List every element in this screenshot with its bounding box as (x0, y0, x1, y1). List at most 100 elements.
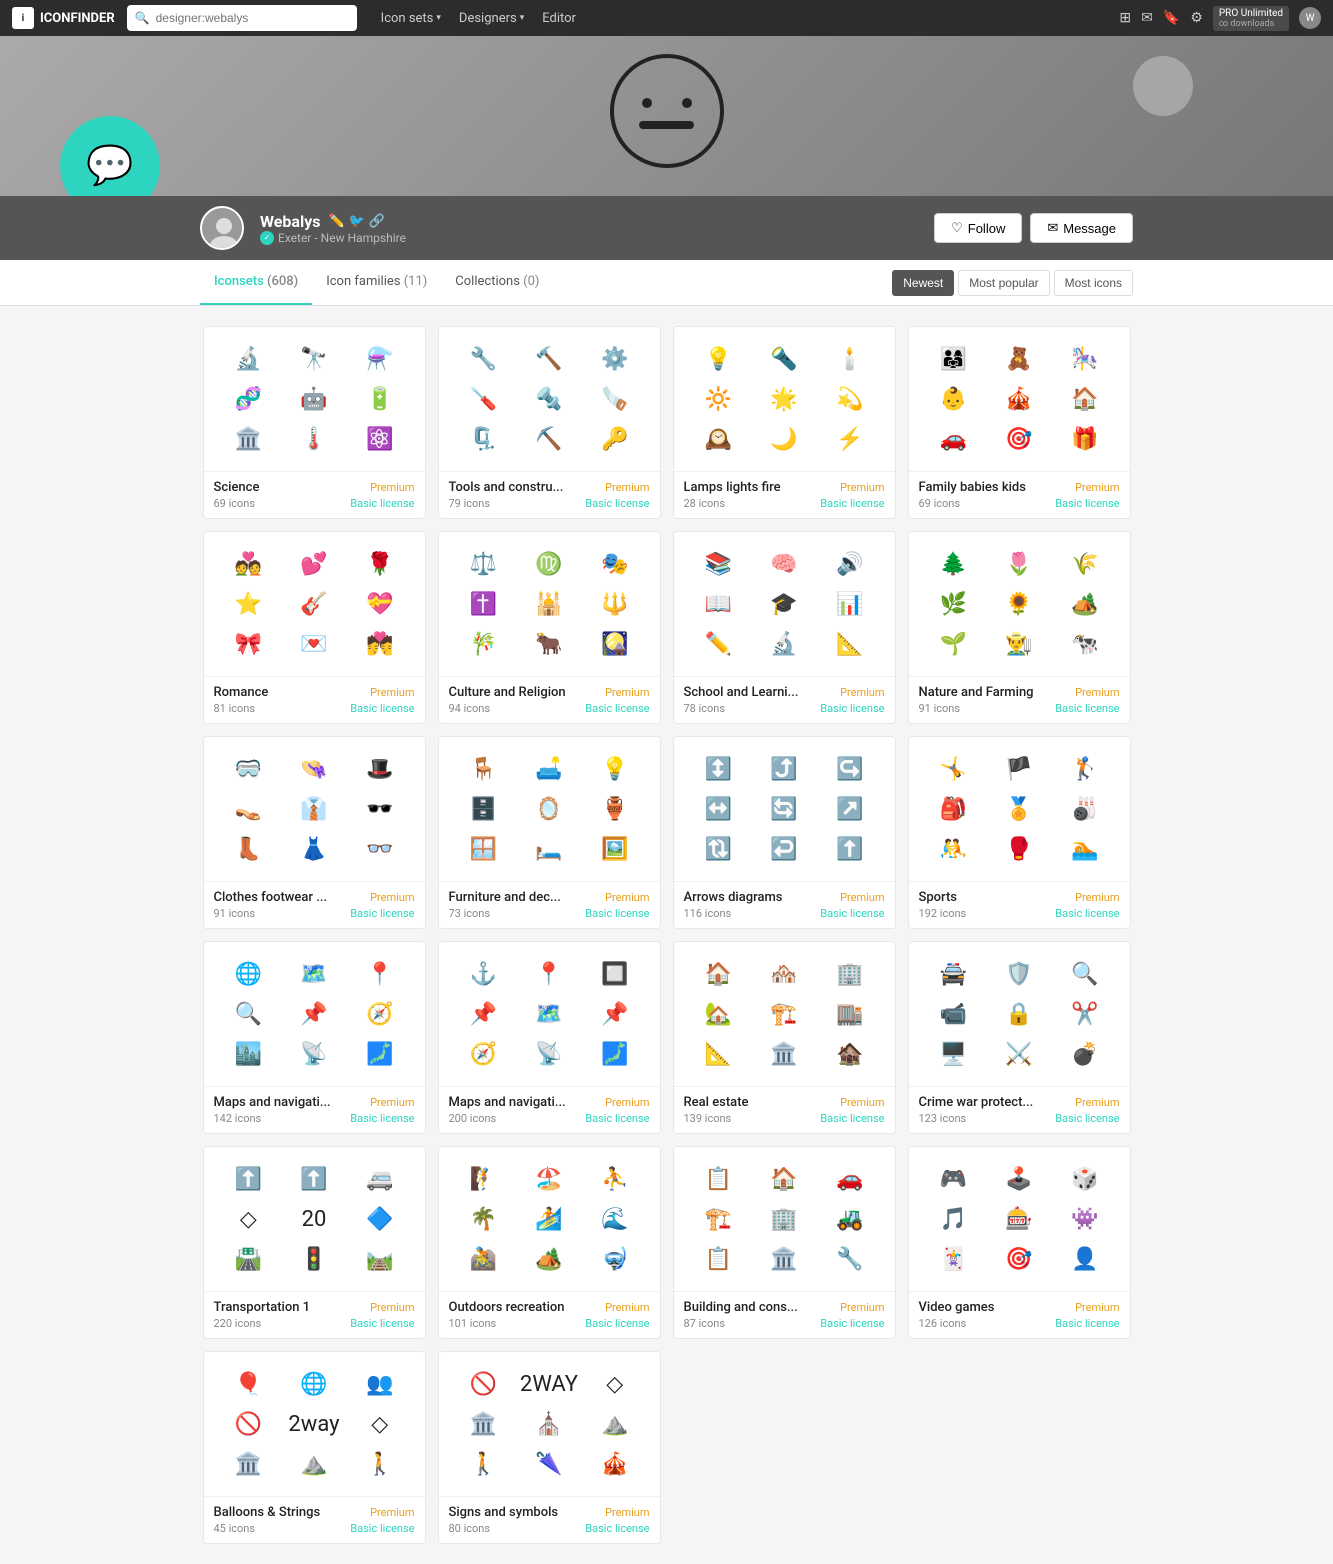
search-input[interactable] (156, 11, 349, 25)
icon-preview-item: 🗾 (364, 1038, 396, 1070)
icon-card[interactable]: 📋🏠🚗🏗️🏢🚜📋🏛️🔧 Building and cons... Premium… (673, 1146, 896, 1339)
icon-preview: 🧗🏖️⛹️🌴🏄🌊🚵🏕️🤿 (439, 1147, 660, 1291)
icon-preview-item: 🌹 (364, 548, 396, 580)
icon-card[interactable]: 🤸🏴🏌️🎒🏅🎳🤼🥊🏊 Sports Premium 192 icons Basi… (908, 736, 1131, 929)
icon-preview-item: 🌲 (937, 548, 969, 580)
card-license: Basic license (1055, 497, 1119, 510)
icon-preview-item: 🔲 (599, 958, 631, 990)
tab-collections[interactable]: Collections (0) (441, 260, 553, 305)
card-badge: Premium (840, 481, 884, 494)
nav-editor[interactable]: Editor (534, 7, 584, 30)
nav-right: ⊞ ✉ 🔖 ⚙ PRO Unlimited ∞ downloads W (1119, 6, 1321, 31)
icon-preview-item: 💡 (702, 343, 734, 375)
icon-preview-item: 🗺️ (298, 958, 330, 990)
icon-card[interactable]: 🚔🛡️🔍📹🔒✂️🖥️⚔️💣 Crime war protect... Premi… (908, 941, 1131, 1134)
icon-card-footer: Balloons & Strings Premium 45 icons Basi… (204, 1496, 425, 1543)
icon-preview-item: 🏠 (702, 958, 734, 990)
icon-preview-item: 📡 (533, 1038, 565, 1070)
settings-icon[interactable]: ⚙ (1190, 10, 1203, 26)
icon-card[interactable]: ↕️⤴️↪️↔️🔄↗️🔃↩️⬆️ Arrows diagrams Premium… (673, 736, 896, 929)
icon-card[interactable]: 💡🔦🕯️🔆🌟💫🕰️🌙⚡ Lamps lights fire Premium 28… (673, 326, 896, 519)
tab-icon-families[interactable]: Icon families (11) (312, 260, 441, 305)
icon-card[interactable]: ⬆️⬆️🚐◇20🔷🛣️🚦🛤️ Transportation 1 Premium … (203, 1146, 426, 1339)
icon-card[interactable]: 🥽👒🎩👡👔🕶️👢👗👓 Clothes footwear ... Premium … (203, 736, 426, 929)
twitter-icon[interactable]: 🐦 (349, 214, 365, 229)
card-license: Basic license (585, 1522, 649, 1535)
icon-preview-item: ⚗️ (364, 343, 396, 375)
icon-card[interactable]: 🪑🛋️💡🗄️🪞🏺🪟🛏️🖼️ Furniture and dec... Premi… (438, 736, 661, 929)
icon-card-footer: Maps and navigati... Premium 142 icons B… (204, 1086, 425, 1133)
icon-preview-item: 👒 (298, 753, 330, 785)
sort-most-icons[interactable]: Most icons (1054, 270, 1133, 296)
icon-preview-item: ⚙️ (599, 343, 631, 375)
icon-card[interactable]: 🎮🕹️🎲🎵🎰👾🃏🎯👤 Video games Premium 126 icons… (908, 1146, 1131, 1339)
icon-preview-item: 🧸 (1003, 343, 1035, 375)
tab-iconsets[interactable]: Iconsets (608) (200, 260, 312, 305)
follow-button[interactable]: ♡ Follow (934, 213, 1022, 243)
icon-preview-item: 🧠 (768, 548, 800, 580)
profile-info-bar: Webalys ✏️ 🐦 🔗 ✓ Exeter - New Hampshire … (0, 196, 1333, 260)
icon-card[interactable]: 🧗🏖️⛹️🌴🏄🌊🚵🏕️🤿 Outdoors recreation Premium… (438, 1146, 661, 1339)
edit-icon[interactable]: ✏️ (328, 214, 344, 229)
icon-card[interactable]: 💑💕🌹⭐🎸💝🎀💌💏 Romance Premium 81 icons Basic… (203, 531, 426, 724)
icon-preview-item: 👢 (232, 833, 264, 865)
icon-preview-item: ✝️ (467, 588, 499, 620)
icon-card[interactable]: 🏠🏘️🏢🏡🏗️🏬📐🏛️🏚️ Real estate Premium 139 ic… (673, 941, 896, 1134)
search-icon: 🔍 (135, 11, 150, 25)
card-icon-count: 123 icons (919, 1112, 967, 1125)
icon-preview-item: 🌐 (232, 958, 264, 990)
mail-icon[interactable]: ✉ (1141, 10, 1153, 26)
icon-preview-item: 📡 (298, 1038, 330, 1070)
icon-card[interactable]: 📚🧠🔊📖🎓📊✏️🔬📐 School and Learni... Premium … (673, 531, 896, 724)
icon-card[interactable]: 🌐🗺️📍🔍📌🧭🏙️📡🗾 Maps and navigati... Premium… (203, 941, 426, 1134)
profile-banner: 💬 (0, 36, 1333, 196)
icon-preview-item: 🏠 (1069, 383, 1101, 415)
bookmark-icon[interactable]: 🔖 (1163, 10, 1180, 26)
icon-card[interactable]: 👨‍👩‍👧🧸🎠👶🎪🏠🚗🎯🎁 Family babies kids Premium… (908, 326, 1131, 519)
icon-card[interactable]: 🚫2WAY◇🏛️⛪⛰️🚶🌂🎪 Signs and symbols Premium… (438, 1351, 661, 1544)
icon-preview-item: 🧭 (467, 1038, 499, 1070)
card-license: Basic license (350, 1522, 414, 1535)
icon-preview-item: 2way (298, 1408, 330, 1440)
card-icon-count: 28 icons (684, 497, 726, 510)
card-badge: Premium (605, 891, 649, 904)
icon-preview-item: 🔑 (599, 423, 631, 455)
icon-preview-item: 🎮 (937, 1163, 969, 1195)
icon-preview: 🌐🗺️📍🔍📌🧭🏙️📡🗾 (204, 942, 425, 1086)
icon-preview-item: 🌙 (768, 423, 800, 455)
icon-card[interactable]: ⚖️♍🎭✝️🕌🔱🎋🐂🎑 Culture and Religion Premium… (438, 531, 661, 724)
icon-card[interactable]: 🔬🔭⚗️🧬🤖🔋🏛️🌡️⚛️ Science Premium 69 icons B… (203, 326, 426, 519)
nav-icon-sets[interactable]: Icon sets ▾ (373, 7, 449, 30)
link-icon[interactable]: 🔗 (369, 214, 385, 229)
grid-icon: ⊞ (1119, 10, 1131, 26)
icon-preview-item: 🕹️ (1003, 1163, 1035, 1195)
icon-card-footer: Science Premium 69 icons Basic license (204, 471, 425, 518)
icon-card[interactable]: ⚓📍🔲📌🗺️📌🧭📡🗾 Maps and navigati... Premium … (438, 941, 661, 1134)
icon-preview-item: 👶 (937, 383, 969, 415)
verified-badge: ✓ (260, 231, 274, 245)
icon-preview-item: ♍ (533, 548, 565, 580)
sort-newest[interactable]: Newest (892, 270, 954, 296)
card-badge: Premium (370, 686, 414, 699)
icon-preview: 🪑🛋️💡🗄️🪞🏺🪟🛏️🖼️ (439, 737, 660, 881)
search-bar[interactable]: 🔍 (127, 5, 357, 31)
avatar[interactable]: W (1299, 7, 1321, 29)
icon-card[interactable]: 🔧🔨⚙️🪛🔩🪚🗜️⛏️🔑 Tools and constru... Premiu… (438, 326, 661, 519)
icon-preview-item: 🔩 (533, 383, 565, 415)
icon-preview-item: 🧗 (467, 1163, 499, 1195)
icon-preview-item: 🐂 (533, 628, 565, 660)
icon-preview-item: 🎩 (364, 753, 396, 785)
card-icon-count: 45 icons (214, 1522, 256, 1535)
logo[interactable]: i ICONFINDER (12, 7, 115, 29)
icon-preview-item: 🌂 (533, 1448, 565, 1480)
icon-card[interactable]: 🎈🌐👥🚫2way◇🏛️⛰️🚶 Balloons & Strings Premiu… (203, 1351, 426, 1544)
nav-designers[interactable]: Designers ▾ (451, 7, 532, 30)
tab-collections-count: (0) (523, 274, 539, 289)
icon-preview-item: ⭐ (232, 588, 264, 620)
icon-preview-item: 🌊 (599, 1203, 631, 1235)
message-button[interactable]: ✉ Message (1030, 213, 1133, 243)
icon-card[interactable]: 🌲🌷🌾🌿🌻🏕️🌱👨‍🌾🐄 Nature and Farming Premium … (908, 531, 1131, 724)
card-icon-count: 200 icons (449, 1112, 497, 1125)
card-license: Basic license (1055, 1317, 1119, 1330)
sort-most-popular[interactable]: Most popular (958, 270, 1049, 296)
